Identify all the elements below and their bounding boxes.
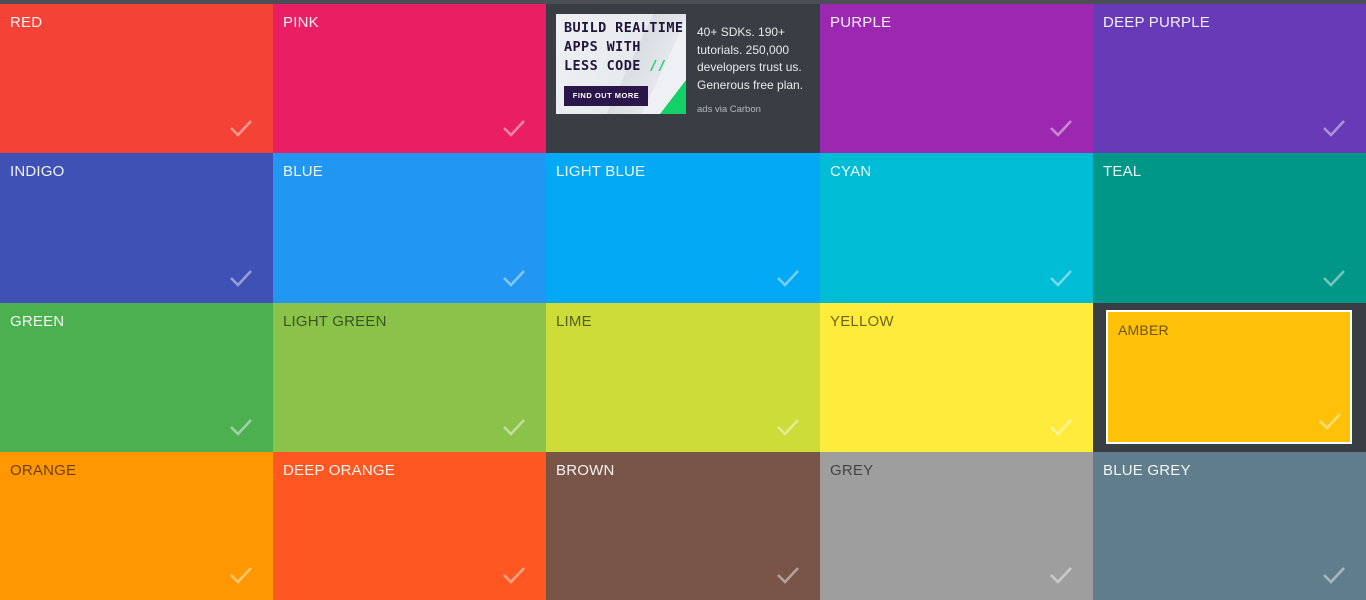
color-label: PINK bbox=[283, 14, 319, 31]
ad-headline-line-1: BUILD REALTIME bbox=[564, 20, 684, 36]
check-icon bbox=[776, 269, 800, 287]
color-label: TEAL bbox=[1103, 163, 1142, 180]
color-tile-indigo[interactable]: INDIGO bbox=[0, 153, 273, 303]
ad-text-link[interactable]: 40+ SDKs. 190+ tutorials. 250,000 develo… bbox=[697, 24, 815, 94]
check-icon bbox=[229, 418, 253, 436]
check-icon bbox=[229, 119, 253, 137]
color-tile-deep-orange[interactable]: DEEP ORANGE bbox=[273, 452, 546, 600]
color-tile-light-green[interactable]: LIGHT GREEN bbox=[273, 303, 546, 452]
color-label: PURPLE bbox=[830, 14, 892, 31]
color-label: LIGHT GREEN bbox=[283, 313, 387, 330]
ad-slashes: // bbox=[649, 58, 667, 74]
color-tile-amber[interactable]: AMBER bbox=[1093, 303, 1366, 452]
color-label: INDIGO bbox=[10, 163, 65, 180]
color-label: YELLOW bbox=[830, 313, 894, 330]
check-icon bbox=[1049, 418, 1073, 436]
color-label: LIME bbox=[556, 313, 592, 330]
color-tile-lime[interactable]: LIME bbox=[546, 303, 820, 452]
color-tile-orange[interactable]: ORANGE bbox=[0, 452, 273, 600]
check-icon bbox=[502, 566, 526, 584]
color-label: RED bbox=[10, 14, 43, 31]
check-icon bbox=[1049, 269, 1073, 287]
ad-corner-decoration bbox=[660, 80, 686, 114]
check-icon bbox=[1049, 119, 1073, 137]
color-tile-yellow[interactable]: YELLOW bbox=[820, 303, 1093, 452]
color-tile-cyan[interactable]: CYAN bbox=[820, 153, 1093, 303]
check-icon bbox=[1318, 412, 1342, 430]
color-palette-grid: RED PINK BUILD REALTIME APPS WITH LESS CO… bbox=[0, 4, 1366, 600]
check-icon bbox=[1322, 119, 1346, 137]
color-tile-brown[interactable]: BROWN bbox=[546, 452, 820, 600]
check-icon bbox=[229, 269, 253, 287]
color-label: GREY bbox=[830, 462, 874, 479]
check-icon bbox=[776, 418, 800, 436]
color-tile-pink[interactable]: PINK bbox=[273, 4, 546, 153]
color-label: LIGHT BLUE bbox=[556, 163, 646, 180]
check-icon bbox=[1049, 566, 1073, 584]
ad-headline: BUILD REALTIME APPS WITH LESS CODE // bbox=[564, 19, 686, 76]
color-label: DEEP PURPLE bbox=[1103, 14, 1210, 31]
carbon-ad: BUILD REALTIME APPS WITH LESS CODE // FI… bbox=[546, 4, 820, 153]
color-label: ORANGE bbox=[10, 462, 77, 479]
check-icon bbox=[502, 418, 526, 436]
color-label: BLUE GREY bbox=[1103, 462, 1191, 479]
color-tile-red[interactable]: RED bbox=[0, 4, 273, 153]
ad-image[interactable]: BUILD REALTIME APPS WITH LESS CODE // FI… bbox=[556, 14, 686, 114]
check-icon bbox=[229, 566, 253, 584]
color-label: BLUE bbox=[283, 163, 323, 180]
color-label: GREEN bbox=[10, 313, 65, 330]
color-tile-light-blue[interactable]: LIGHT BLUE bbox=[546, 153, 820, 303]
check-icon bbox=[502, 269, 526, 287]
ad-headline-line-2: APPS WITH bbox=[564, 39, 641, 55]
color-label: BROWN bbox=[556, 462, 615, 479]
color-label: DEEP ORANGE bbox=[283, 462, 395, 479]
color-tile-grey[interactable]: GREY bbox=[820, 452, 1093, 600]
color-label: AMBER bbox=[1118, 322, 1169, 338]
color-label: CYAN bbox=[830, 163, 872, 180]
color-tile-green[interactable]: GREEN bbox=[0, 303, 273, 452]
color-tile-purple[interactable]: PURPLE bbox=[820, 4, 1093, 153]
ads-via-carbon-link[interactable]: ads via Carbon bbox=[697, 104, 761, 115]
color-tile-blue-grey[interactable]: BLUE GREY bbox=[1093, 452, 1366, 600]
color-tile-blue[interactable]: BLUE bbox=[273, 153, 546, 303]
check-icon bbox=[1322, 566, 1346, 584]
color-tile-teal[interactable]: TEAL bbox=[1093, 153, 1366, 303]
ad-headline-line-3: LESS CODE bbox=[564, 58, 641, 74]
selected-color-swatch: AMBER bbox=[1106, 310, 1352, 444]
color-tile-deep-purple[interactable]: DEEP PURPLE bbox=[1093, 4, 1366, 153]
check-icon bbox=[502, 119, 526, 137]
find-out-more-button[interactable]: FIND OUT MORE bbox=[564, 86, 648, 106]
check-icon bbox=[776, 566, 800, 584]
check-icon bbox=[1322, 269, 1346, 287]
